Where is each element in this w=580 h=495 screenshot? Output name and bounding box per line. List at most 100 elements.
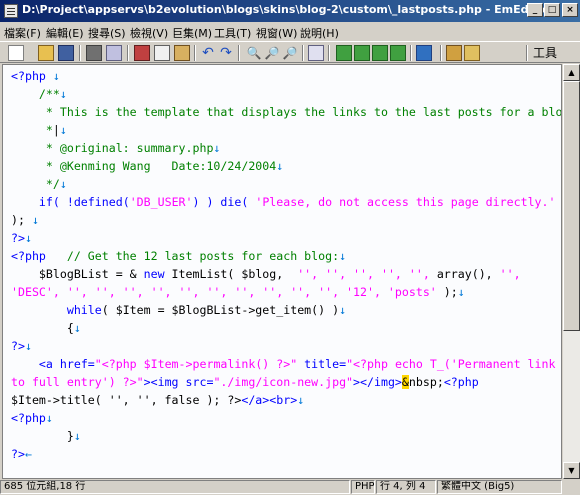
find-icon[interactable]: 🔍 (246, 45, 262, 61)
code-line[interactable]: ?>↓ (11, 229, 32, 247)
code-token: '', '', '', '', '', (297, 267, 437, 281)
code-line[interactable]: * @Kenming Wang Date:10/24/2004↓ (11, 157, 283, 175)
code-token: src= (185, 375, 214, 389)
menu-file[interactable]: 檔案(F) (4, 25, 41, 41)
code-token: ↓ (339, 303, 347, 317)
menu-window[interactable]: 視窗(W) (256, 25, 297, 41)
minimize-button[interactable]: _ (527, 3, 543, 17)
code-line[interactable]: <?php ↓ (11, 67, 60, 85)
code-token: while (66, 303, 102, 317)
menu-search[interactable]: 搜尋(S) (88, 25, 126, 41)
menu-edit[interactable]: 編輯(E) (46, 25, 84, 41)
code-line[interactable]: {↓ (11, 319, 81, 337)
undo-icon[interactable]: ↶ (200, 45, 216, 61)
code-token: ); (436, 285, 458, 299)
paste-icon[interactable] (174, 45, 190, 61)
code-token: ) ) die( (192, 195, 256, 209)
replace-icon[interactable] (308, 45, 324, 61)
code-line[interactable]: 'DESC', '', '', '', '', '', '', '', '', … (11, 283, 465, 301)
code-token: ↓ (339, 249, 347, 263)
code-line[interactable]: *|↓ (11, 121, 67, 139)
code-token: ↓ (59, 123, 67, 137)
open-folder-icon[interactable] (38, 45, 54, 61)
menu-macro[interactable]: 巨集(M) (172, 25, 212, 41)
word-wrap-icon[interactable] (336, 45, 352, 61)
code-token: ?> (11, 447, 25, 461)
code-line[interactable]: ?>↓ (11, 337, 32, 355)
cut-icon[interactable] (134, 45, 150, 61)
new-file-icon[interactable] (8, 45, 24, 61)
menu-help[interactable]: 說明(H) (300, 25, 339, 41)
menu-view[interactable]: 檢視(V) (130, 25, 168, 41)
code-token: ↓ (45, 411, 53, 425)
wrap-window-icon[interactable] (354, 45, 370, 61)
status-bar: 685 位元組,18 行 PHP 行 4, 列 4 繁體中文 (Big5) (0, 479, 580, 495)
code-token: <?php (11, 411, 46, 425)
code-token: ↓ (45, 69, 60, 83)
code-token: /** (11, 87, 60, 101)
print-preview-icon[interactable] (106, 45, 122, 61)
code-line[interactable]: ); ↓ (11, 211, 39, 229)
status-position: 行 4, 列 4 (376, 480, 436, 494)
save-icon[interactable] (58, 45, 74, 61)
code-token: 'Please, do not access this page directl… (255, 195, 556, 209)
code-token: title= (297, 357, 347, 371)
vertical-scrollbar[interactable]: ▲ ▼ (563, 64, 580, 479)
scroll-down-arrow-icon[interactable]: ▼ (563, 462, 580, 479)
properties-icon[interactable] (446, 45, 462, 61)
scroll-up-arrow-icon[interactable]: ▲ (563, 64, 580, 81)
code-token: & (401, 375, 409, 389)
find-previous-icon[interactable]: 🔎 (282, 45, 298, 61)
code-token: * (11, 123, 53, 137)
status-encoding: 繁體中文 (Big5) (437, 480, 562, 494)
status-mode: PHP (351, 480, 375, 494)
code-line[interactable]: /**↓ (11, 85, 67, 103)
code-line[interactable]: $BlogBList = & new ItemList( $blog, '', … (11, 265, 521, 283)
code-token: * @original: summary.php (11, 141, 214, 155)
code-line[interactable]: while( $Item = $BlogBList->get_item() )↓ (11, 301, 346, 319)
code-token: </a><br> (241, 393, 298, 407)
code-line[interactable]: <?php↓ (11, 409, 53, 427)
title-bar: D:\Project\appservs\b2evolution\blogs\sk… (0, 0, 580, 22)
maximize-button[interactable]: □ (544, 3, 560, 17)
code-token: if( ! (11, 195, 74, 209)
code-token: $Item->title( '', '', false ); ?> (11, 393, 242, 407)
wrap-page-icon[interactable] (372, 45, 388, 61)
code-token: nbsp; (408, 375, 444, 389)
code-line[interactable]: $Item->title( '', '', false ); ?></a><br… (11, 391, 304, 409)
redo-icon[interactable]: ↷ (218, 45, 234, 61)
menu-bar: 檔案(F) 編輯(E) 搜尋(S) 檢視(V) 巨集(M) 工具(T) 視窗(W… (0, 22, 580, 41)
code-token: ↓ (73, 429, 81, 443)
configuration-icon[interactable] (416, 45, 432, 61)
code-token: <?php (443, 375, 479, 389)
code-token: ( $Item = $BlogBList->get_item() ) (101, 303, 340, 317)
customize-icon[interactable] (464, 45, 480, 61)
code-line[interactable]: */↓ (11, 175, 67, 193)
scroll-thumb[interactable] (563, 81, 580, 331)
code-token: // Get the 12 last posts for each blog: (45, 249, 340, 263)
copy-icon[interactable] (154, 45, 170, 61)
code-line[interactable]: <?php // Get the 12 last posts for each … (11, 247, 346, 265)
code-token: "<?php $Item->permalink() ?>" (94, 357, 298, 371)
code-line[interactable]: * This is the template that displays the… (11, 103, 562, 121)
text-editor[interactable]: <?php ↓ /**↓ * This is the template that… (2, 64, 562, 479)
code-line[interactable]: ?>← (11, 445, 32, 463)
code-token: * @Kenming Wang Date:10/24/2004 (11, 159, 277, 173)
code-token: <?php (11, 69, 46, 83)
code-token: 'DB_USER' (129, 195, 193, 209)
code-token: * This is the template that displays the… (11, 105, 562, 119)
code-line[interactable]: <a href="<?php $Item->permalink() ?>" ti… (11, 355, 556, 373)
toolbar: ↶ ↷ 🔍 🔎 🔎 工具 (0, 41, 580, 63)
code-line[interactable]: to full entry') ?>"><img src="./img/icon… (11, 373, 479, 391)
menu-tools[interactable]: 工具(T) (214, 25, 251, 41)
code-token: ← (24, 447, 32, 461)
no-wrap-icon[interactable] (390, 45, 406, 61)
find-next-icon[interactable]: 🔎 (264, 45, 280, 61)
print-icon[interactable] (86, 45, 102, 61)
close-button[interactable]: × (562, 3, 578, 17)
code-line[interactable]: * @original: summary.php↓ (11, 139, 221, 157)
code-token: ↓ (213, 141, 221, 155)
code-line[interactable]: if( !defined('DB_USER') ) die( 'Please, … (11, 193, 556, 211)
code-line[interactable]: }↓ (11, 427, 81, 445)
code-token: ItemList( $blog, (164, 267, 298, 281)
